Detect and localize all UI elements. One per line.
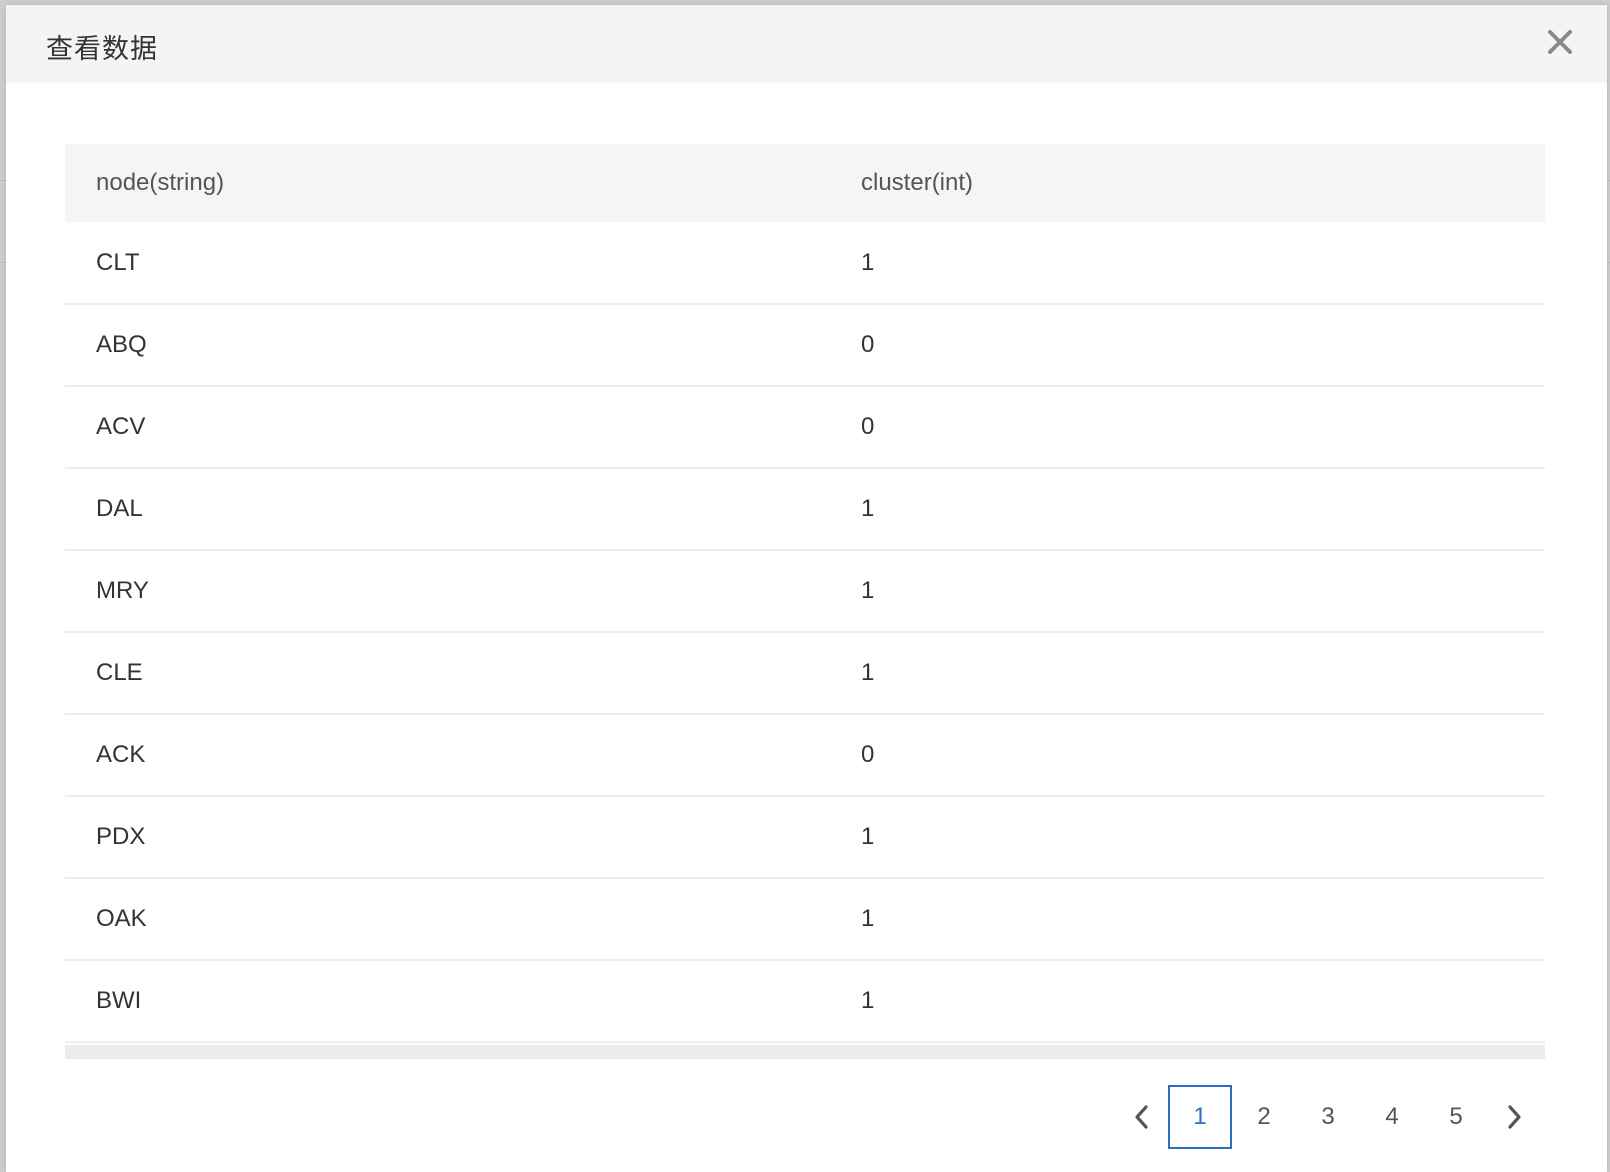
pagination: 1 2 3 4 5: [1116, 1085, 1540, 1149]
page-button-1[interactable]: 1: [1168, 1085, 1232, 1149]
cell-cluster: 1: [861, 577, 875, 604]
data-table: node(string) cluster(int) CLT 1 ABQ 0 AC…: [65, 144, 1545, 1043]
modal-title: 查看数据: [46, 34, 158, 64]
view-data-modal: 查看数据 node(string) cluster(int) CLT 1 ABQ…: [6, 5, 1607, 1172]
table-header-row: node(string) cluster(int): [65, 144, 1545, 222]
close-button[interactable]: [1543, 25, 1577, 59]
cell-cluster: 0: [861, 413, 875, 440]
cell-node: OAK: [96, 905, 147, 932]
chevron-right-icon: [1508, 1105, 1521, 1129]
chevron-left-icon: [1135, 1105, 1148, 1129]
cell-node: MRY: [96, 577, 149, 604]
page-button-4[interactable]: 4: [1360, 1085, 1424, 1149]
data-table-wrapper: node(string) cluster(int) CLT 1 ABQ 0 AC…: [65, 144, 1545, 1043]
table-row: ACV 0: [65, 386, 1545, 468]
cell-cluster: 1: [861, 659, 875, 686]
modal-header: 查看数据: [6, 5, 1607, 83]
cell-node: ACV: [96, 413, 146, 440]
cell-cluster: 0: [861, 741, 875, 768]
table-row: ACK 0: [65, 714, 1545, 796]
cell-node: ABQ: [96, 331, 147, 358]
cell-cluster: 1: [861, 248, 875, 276]
column-header-node: node(string): [96, 169, 225, 196]
page-button-5[interactable]: 5: [1424, 1085, 1488, 1149]
cell-node: BWI: [96, 987, 142, 1014]
prev-page-button[interactable]: [1116, 1085, 1168, 1149]
cell-cluster: 1: [861, 823, 875, 850]
page-button-2[interactable]: 2: [1232, 1085, 1296, 1149]
table-row: PDX 1: [65, 796, 1545, 878]
page-button-3[interactable]: 3: [1296, 1085, 1360, 1149]
table-row: CLE 1: [65, 632, 1545, 714]
cell-node: DAL: [96, 495, 143, 522]
cell-node: CLE: [96, 659, 143, 686]
horizontal-scrollbar[interactable]: [65, 1045, 1545, 1059]
table-row: BWI 1: [65, 960, 1545, 1042]
cell-node: ACK: [96, 741, 146, 768]
cell-node: PDX: [96, 823, 146, 850]
cell-cluster: 1: [861, 987, 875, 1014]
column-header-cluster: cluster(int): [861, 169, 974, 196]
table-row: ABQ 0: [65, 304, 1545, 386]
table-row: MRY 1: [65, 550, 1545, 632]
table-row: CLT 1: [65, 222, 1545, 304]
table-row: OAK 1: [65, 878, 1545, 960]
cell-cluster: 1: [861, 495, 875, 522]
cell-cluster: 0: [861, 331, 875, 358]
close-icon: [1548, 30, 1572, 54]
next-page-button[interactable]: [1488, 1085, 1540, 1149]
cell-cluster: 1: [861, 905, 875, 932]
cell-node: CLT: [96, 248, 140, 276]
table-row: DAL 1: [65, 468, 1545, 550]
